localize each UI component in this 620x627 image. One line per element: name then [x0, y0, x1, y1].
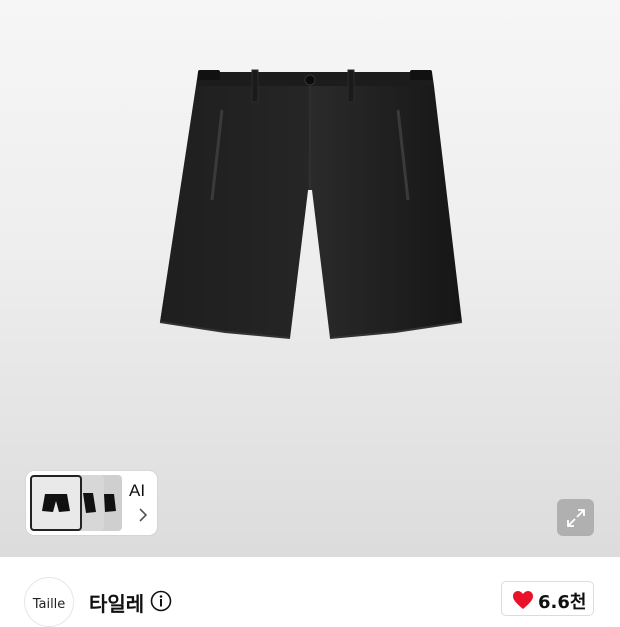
thumbnail-1 [30, 475, 82, 531]
ai-thumbnail-card[interactable]: AI [26, 471, 157, 535]
product-hero: AI [0, 0, 620, 557]
brand-name[interactable]: 타일레 [89, 588, 144, 617]
brand-logo-text: Taille [32, 597, 66, 612]
info-icon[interactable] [150, 590, 172, 612]
expand-image-button[interactable] [557, 499, 594, 536]
chevron-right-icon [139, 508, 147, 522]
expand-arrows-icon [566, 508, 585, 527]
thumbnail-stack [30, 475, 124, 531]
heart-icon [513, 591, 533, 609]
shorts-thumbnail-icon [42, 494, 70, 512]
like-button[interactable]: 6.6천 [501, 581, 594, 616]
like-count: 6.6천 [538, 592, 587, 613]
product-image[interactable] [150, 60, 470, 350]
brand-bar: Taille 타일레 6.6천 [0, 557, 620, 627]
ai-label: AI [129, 481, 146, 500]
shorts-thumbnail-icon [83, 493, 96, 513]
